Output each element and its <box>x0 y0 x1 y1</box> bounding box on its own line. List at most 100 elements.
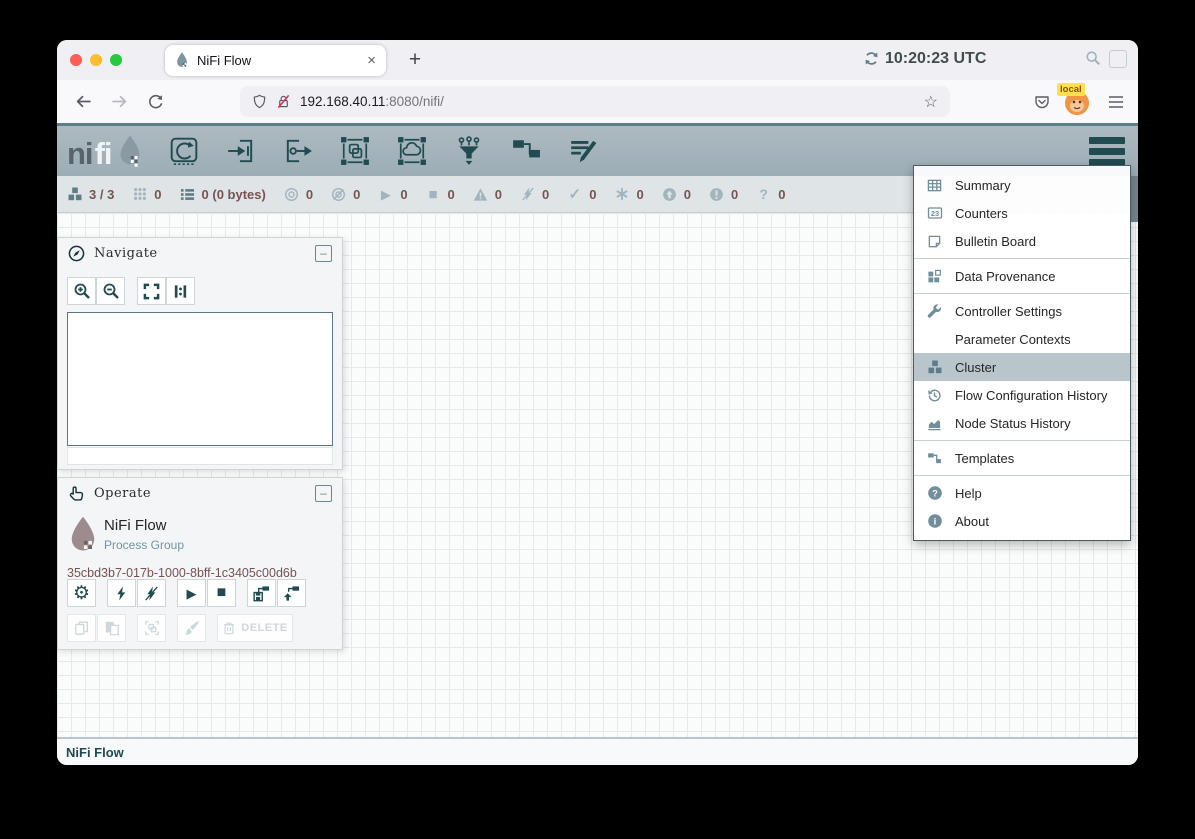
menu-item-templates[interactable]: Templates <box>914 444 1130 472</box>
upload-template-button[interactable] <box>277 579 306 607</box>
operate-buttons-row2: DELETE <box>67 614 293 642</box>
browser-tab[interactable]: NiFi Flow × <box>165 45 386 76</box>
zoom-window-button[interactable] <box>110 54 122 66</box>
queued-list-icon <box>179 187 196 202</box>
transmitting-status: 0 <box>283 187 313 202</box>
nifi-logo-text-fi: fi <box>95 140 112 168</box>
birdseye-view[interactable] <box>67 312 333 446</box>
locally-modified-stale-status: 0 <box>708 187 738 202</box>
enable-button[interactable] <box>107 579 136 607</box>
menu-item-help[interactable]: ? Help <box>914 479 1130 507</box>
stopped-status: ■ 0 <box>425 187 455 202</box>
global-menu-button[interactable] <box>1089 137 1125 166</box>
menu-item-controller-settings[interactable]: Controller Settings <box>914 297 1130 325</box>
search-icon[interactable] <box>1085 50 1101 66</box>
menu-item-cluster[interactable]: Cluster <box>914 353 1130 381</box>
threads-icon <box>131 187 148 201</box>
menu-item-data-provenance[interactable]: Data Provenance <box>914 262 1130 290</box>
selected-component-id: 35cbd3b7-017b-1000-8bff-1c3405c00d6b <box>67 566 297 580</box>
new-tab-button[interactable]: + <box>401 46 429 74</box>
forward-button[interactable] <box>107 89 132 114</box>
menu-item-counters[interactable]: 23 Counters <box>914 199 1130 227</box>
history-icon <box>926 388 943 403</box>
zoom-actual-size-button[interactable] <box>166 277 195 305</box>
zoom-fit-button[interactable] <box>137 277 166 305</box>
area-chart-icon <box>926 416 943 431</box>
output-port-component[interactable] <box>283 136 314 167</box>
breadcrumb-bar: NiFi Flow <box>57 737 1138 765</box>
birdseye-brush[interactable] <box>67 447 333 465</box>
reload-button[interactable] <box>143 89 168 114</box>
stop-button[interactable]: ■ <box>207 579 236 607</box>
minimize-window-button[interactable] <box>90 54 102 66</box>
bulletin-board-icon <box>926 234 943 249</box>
locally-modified-count: 0 <box>636 187 643 202</box>
bookmark-star-icon[interactable]: ☆ <box>924 92 938 112</box>
processor-component[interactable] <box>169 136 200 167</box>
menu-item-label: Node Status History <box>955 416 1071 431</box>
firefox-menu-icon[interactable] <box>1103 89 1128 114</box>
fill-color-button[interactable] <box>177 614 206 642</box>
stale-arrow-icon <box>661 187 678 202</box>
cluster-status: 3 / 3 <box>66 186 114 202</box>
menu-item-about[interactable]: i About <box>914 507 1130 535</box>
remote-process-group-component[interactable] <box>397 136 428 167</box>
breadcrumb[interactable]: NiFi Flow <box>66 745 124 760</box>
transmitting-count: 0 <box>306 187 313 202</box>
trash-icon <box>222 621 236 635</box>
disabled-bolt-icon <box>519 187 536 201</box>
group-button[interactable] <box>137 614 166 642</box>
template-component[interactable] <box>511 136 542 167</box>
tab-close-icon[interactable]: × <box>367 53 376 68</box>
up-to-date-check-icon: ✓ <box>566 187 583 202</box>
menu-item-label: Counters <box>955 206 1008 221</box>
funnel-component[interactable] <box>454 136 485 167</box>
delete-button[interactable]: DELETE <box>217 614 293 642</box>
process-group-drop-icon <box>68 516 98 555</box>
copy-button[interactable] <box>67 614 96 642</box>
start-button[interactable]: ▶ <box>177 579 206 607</box>
disable-button[interactable] <box>137 579 166 607</box>
menu-item-summary[interactable]: Summary <box>914 171 1130 199</box>
wrench-icon <box>926 304 943 319</box>
zoom-out-button[interactable] <box>96 277 125 305</box>
paste-button[interactable] <box>97 614 126 642</box>
upload-template-icon <box>283 585 300 602</box>
disabled-count: 0 <box>542 187 549 202</box>
operate-collapse-button[interactable]: – <box>315 485 332 502</box>
menu-item-parameter-contexts[interactable]: Parameter Contexts <box>914 325 1130 353</box>
navigate-collapse-button[interactable]: – <box>315 245 332 262</box>
menu-item-flow-configuration-history[interactable]: Flow Configuration History <box>914 381 1130 409</box>
menu-item-label: Bulletin Board <box>955 234 1036 249</box>
tracking-shield-icon[interactable] <box>252 94 267 109</box>
not-transmitting-status: 0 <box>330 187 360 202</box>
menu-item-bulletin-board[interactable]: Bulletin Board <box>914 227 1130 255</box>
refresh-icon[interactable] <box>863 51 880 66</box>
configure-button[interactable]: ⚙ <box>67 579 96 607</box>
cluster-cubes-icon <box>926 359 943 375</box>
bulletin-indicator[interactable] <box>1109 50 1127 68</box>
group-icon <box>144 620 160 636</box>
up-to-date-count: 0 <box>589 187 596 202</box>
sync-failure-status: ? 0 <box>755 187 785 202</box>
stale-status: 0 <box>661 187 691 202</box>
template-icon <box>926 451 943 466</box>
running-status: ▶ 0 <box>377 187 407 202</box>
menu-item-label: Cluster <box>955 360 996 375</box>
input-port-component[interactable] <box>226 136 257 167</box>
back-button[interactable] <box>71 89 96 114</box>
locally-modified-stale-icon <box>708 187 725 202</box>
label-component[interactable] <box>568 136 599 167</box>
url-bar[interactable]: 192.168.40.11:8080/nifi/ ☆ <box>240 86 950 117</box>
last-refresh: 10:20:23 UTC <box>863 40 986 77</box>
zoom-in-button[interactable] <box>67 277 96 305</box>
insecure-lock-icon[interactable] <box>276 94 291 109</box>
pocket-icon[interactable] <box>1029 89 1054 114</box>
navigate-title: Navigate <box>94 246 306 261</box>
process-group-component[interactable] <box>340 136 371 167</box>
menu-item-node-status-history[interactable]: Node Status History <box>914 409 1130 437</box>
close-window-button[interactable] <box>70 54 82 66</box>
threads-count: 0 <box>154 187 161 202</box>
save-template-button[interactable] <box>247 579 276 607</box>
delete-label: DELETE <box>241 622 287 634</box>
